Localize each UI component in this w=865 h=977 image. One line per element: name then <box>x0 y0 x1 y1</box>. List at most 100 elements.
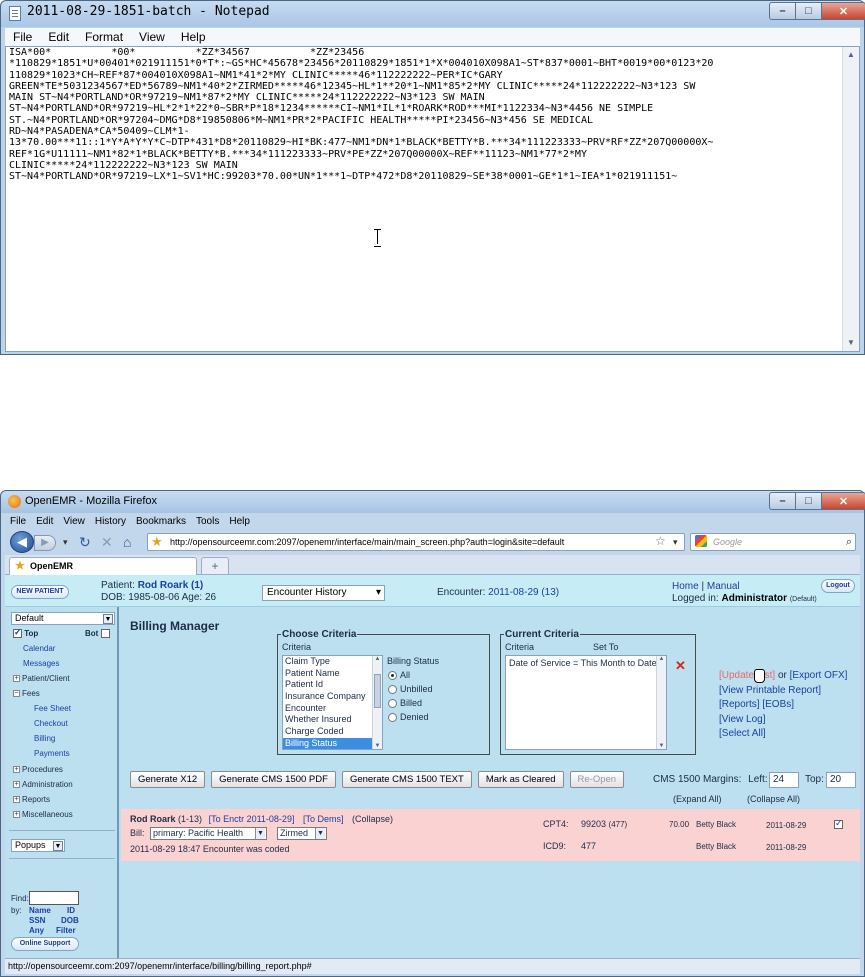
notepad-title-bar[interactable]: 2011-08-29-1851-batch - Notepad – □ ✕ <box>1 1 865 27</box>
list-item-selected[interactable]: Billing Status <box>283 737 382 749</box>
export-ofx-link[interactable]: [Export OFX] <box>790 670 848 681</box>
history-dropdown-icon[interactable]: ▾ <box>63 537 68 548</box>
sidebar-item-payments[interactable]: Payments <box>34 749 70 758</box>
back-arrow-icon[interactable]: ◀ <box>10 531 34 553</box>
home-link[interactable]: Home <box>672 581 699 592</box>
find-by-id-link[interactable]: ID <box>67 906 75 915</box>
menu-format[interactable]: Format <box>77 28 131 46</box>
status-option-denied[interactable]: Denied <box>388 712 429 723</box>
status-option-unbilled[interactable]: Unbilled <box>388 684 433 695</box>
reports-link[interactable]: [Reports] <box>719 699 760 710</box>
sidebar-item-miscellaneous[interactable]: + Miscellaneous <box>13 810 73 819</box>
current-criteria-listbox[interactable]: Date of Service = This Month to Date ▲ ▼ <box>505 655 667 750</box>
scroll-up-icon[interactable]: ▲ <box>657 656 666 662</box>
top-checkbox[interactable] <box>13 627 22 639</box>
sidebar-item-checkout[interactable]: Checkout <box>34 719 68 728</box>
list-item[interactable]: Insurance Company <box>283 691 382 703</box>
expand-plus-icon[interactable]: + <box>13 781 20 789</box>
current-criteria-scrollbar[interactable]: ▲ ▼ <box>656 656 666 749</box>
view-log-link[interactable]: [View Log] <box>719 713 847 728</box>
maximize-icon[interactable]: □ <box>796 492 822 510</box>
x12-partner-select[interactable]: Zirmed ▼ <box>277 827 327 840</box>
encounter-history-select[interactable]: Encounter History <box>262 585 385 601</box>
bot-frame-toggle[interactable]: Bot <box>85 629 110 639</box>
find-by-dob-link[interactable]: DOB <box>61 916 79 925</box>
menu-help[interactable]: Help <box>173 28 214 46</box>
list-item[interactable]: Encounter <box>283 703 382 715</box>
status-option-billed[interactable]: Billed <box>388 698 422 709</box>
to-encounter-link[interactable]: [To Enctr 2011-08-29] <box>209 814 295 824</box>
menu-file[interactable]: File <box>5 28 40 46</box>
claim-collapse-link[interactable]: (Collapse) <box>352 814 393 824</box>
sidebar-item-messages[interactable]: Messages <box>23 659 59 668</box>
scroll-down-icon[interactable]: ▼ <box>843 335 859 351</box>
forward-arrow-icon[interactable]: ▶ <box>34 535 56 551</box>
radio-unbilled[interactable] <box>388 685 397 695</box>
checkbox[interactable] <box>834 818 843 830</box>
bookmark-star-icon[interactable]: ☆ <box>655 534 666 548</box>
find-any-link[interactable]: Any <box>29 926 44 935</box>
to-dems-link[interactable]: [To Dems] <box>303 814 344 824</box>
sidebar-item-reports[interactable]: + Reports <box>13 795 50 804</box>
sidebar-item-patient-client[interactable]: + Patient/Client <box>13 674 70 683</box>
view-printable-report-link[interactable]: [View Printable Report] <box>719 684 847 699</box>
menu-view[interactable]: View <box>58 514 90 530</box>
generate-cms1500-text-button[interactable]: Generate CMS 1500 TEXT <box>341 771 472 788</box>
url-bar[interactable]: http://opensourceemr.com:2097/openemr/in… <box>147 533 685 551</box>
generate-x12-button[interactable]: Generate X12 <box>130 771 206 788</box>
expand-plus-icon[interactable]: + <box>13 675 20 683</box>
menu-history[interactable]: History <box>90 514 131 530</box>
list-item[interactable]: Charge Coded <box>283 726 382 738</box>
list-item[interactable]: Date of Service = This Month to Date <box>509 658 663 668</box>
menu-tools[interactable]: Tools <box>191 514 224 530</box>
menu-help[interactable]: Help <box>224 514 255 530</box>
find-by-ssn-link[interactable]: SSN <box>29 916 45 925</box>
find-filter-link[interactable]: Filter <box>56 926 76 935</box>
minimize-icon[interactable]: – <box>769 2 796 20</box>
list-item[interactable]: Claim Type <box>283 656 382 668</box>
sidebar-item-billing[interactable]: Billing <box>34 734 55 743</box>
stop-icon[interactable]: ✕ <box>101 534 113 551</box>
radio-denied[interactable] <box>388 713 397 723</box>
reload-icon[interactable]: ↻ <box>79 534 91 551</box>
expand-all-link[interactable]: (Expand All) <box>673 794 722 804</box>
top-frame-toggle[interactable]: Top <box>13 627 38 639</box>
status-option-all[interactable]: All <box>388 670 410 681</box>
remove-criteria-icon[interactable]: ✕ <box>675 658 686 674</box>
new-tab-button[interactable]: + <box>201 557 229 574</box>
search-icon[interactable]: ⌕ <box>846 534 852 550</box>
menu-file[interactable]: File <box>5 514 31 530</box>
close-icon[interactable]: ✕ <box>822 2 865 20</box>
manual-link[interactable]: Manual <box>707 581 740 592</box>
eobs-link[interactable]: [EOBs] <box>762 699 794 710</box>
list-item[interactable]: Patient Id <box>283 679 382 691</box>
claim-select-checkbox[interactable] <box>834 818 843 830</box>
url-dropdown-icon[interactable]: ▾ <box>673 537 678 548</box>
collapse-minus-icon[interactable]: − <box>13 690 20 698</box>
patient-name-link[interactable]: Rod Roark (1) <box>138 580 204 591</box>
generate-cms1500-pdf-button[interactable]: Generate CMS 1500 PDF <box>211 771 336 788</box>
list-item[interactable]: Whether Insured <box>283 714 382 726</box>
encounter-link[interactable]: 2011-08-29 (13) <box>488 587 559 598</box>
home-icon[interactable]: ⌂ <box>123 534 131 550</box>
tab-openemr[interactable]: ★ OpenEMR <box>9 557 197 575</box>
search-input[interactable]: Google ⌕ <box>690 533 856 551</box>
radio-billed[interactable] <box>388 699 397 709</box>
menu-edit[interactable]: Edit <box>31 514 58 530</box>
firefox-title-bar[interactable]: OpenEMR - Mozilla Firefox – □ ✕ <box>1 491 865 513</box>
criteria-listbox[interactable]: Claim Type Patient Name Patient Id Insur… <box>282 655 383 750</box>
update-list-link[interactable]: [Update List] <box>719 670 775 681</box>
collapse-all-link[interactable]: (Collapse All) <box>747 794 800 804</box>
expand-plus-icon[interactable]: + <box>13 766 20 774</box>
menu-edit[interactable]: Edit <box>40 28 77 46</box>
select-all-link[interactable]: [Select All] <box>719 727 847 742</box>
radio-all[interactable] <box>388 671 397 681</box>
sidebar-item-fee-sheet[interactable]: Fee Sheet <box>34 704 71 713</box>
menu-view[interactable]: View <box>131 28 173 46</box>
layout-select[interactable]: Default ▼ <box>11 612 115 625</box>
notepad-vertical-scrollbar[interactable]: ▲ ▼ <box>842 47 859 351</box>
criteria-scrollbar[interactable]: ▲ ▼ <box>372 656 382 749</box>
list-item[interactable]: Patient Name <box>283 668 382 680</box>
menu-bookmarks[interactable]: Bookmarks <box>131 514 191 530</box>
mark-as-cleared-button[interactable]: Mark as Cleared <box>477 771 564 788</box>
